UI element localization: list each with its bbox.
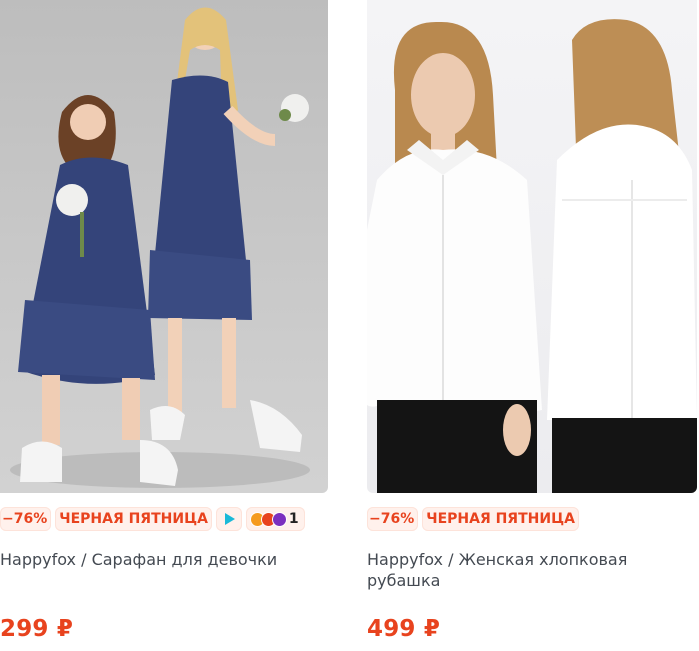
color-dot-icon: [271, 511, 287, 527]
rating-badge: 1: [245, 507, 305, 531]
product-card[interactable]: −76% ЧЕРНАЯ ПЯТНИЦА 1 Happyfox / Сарафан…: [0, 0, 328, 642]
product-photo[interactable]: [367, 0, 697, 493]
product-card[interactable]: −76% ЧЕРНАЯ ПЯТНИЦА Happyfox / Женская х…: [367, 0, 697, 642]
product-title[interactable]: Happyfox / Сарафан для девочки: [0, 549, 328, 570]
video-icon[interactable]: [215, 507, 242, 531]
badge-row: −76% ЧЕРНАЯ ПЯТНИЦА: [367, 506, 579, 532]
badge-row: −76% ЧЕРНАЯ ПЯТНИЦА 1: [0, 506, 305, 532]
promo-badge: ЧЕРНАЯ ПЯТНИЦА: [55, 507, 212, 531]
product-image: [10, 7, 310, 488]
product-title[interactable]: Happyfox / Женская хлопковая рубашка: [367, 549, 687, 591]
product-price: 299 ₽: [0, 616, 74, 642]
reviews-count: 1: [288, 511, 299, 527]
product-photo[interactable]: [0, 0, 328, 493]
discount-badge: −76%: [367, 507, 419, 531]
product-price: 499 ₽: [367, 616, 441, 642]
promo-badge: ЧЕРНАЯ ПЯТНИЦА: [422, 507, 579, 531]
discount-badge: −76%: [0, 507, 52, 531]
product-image: [367, 19, 697, 493]
